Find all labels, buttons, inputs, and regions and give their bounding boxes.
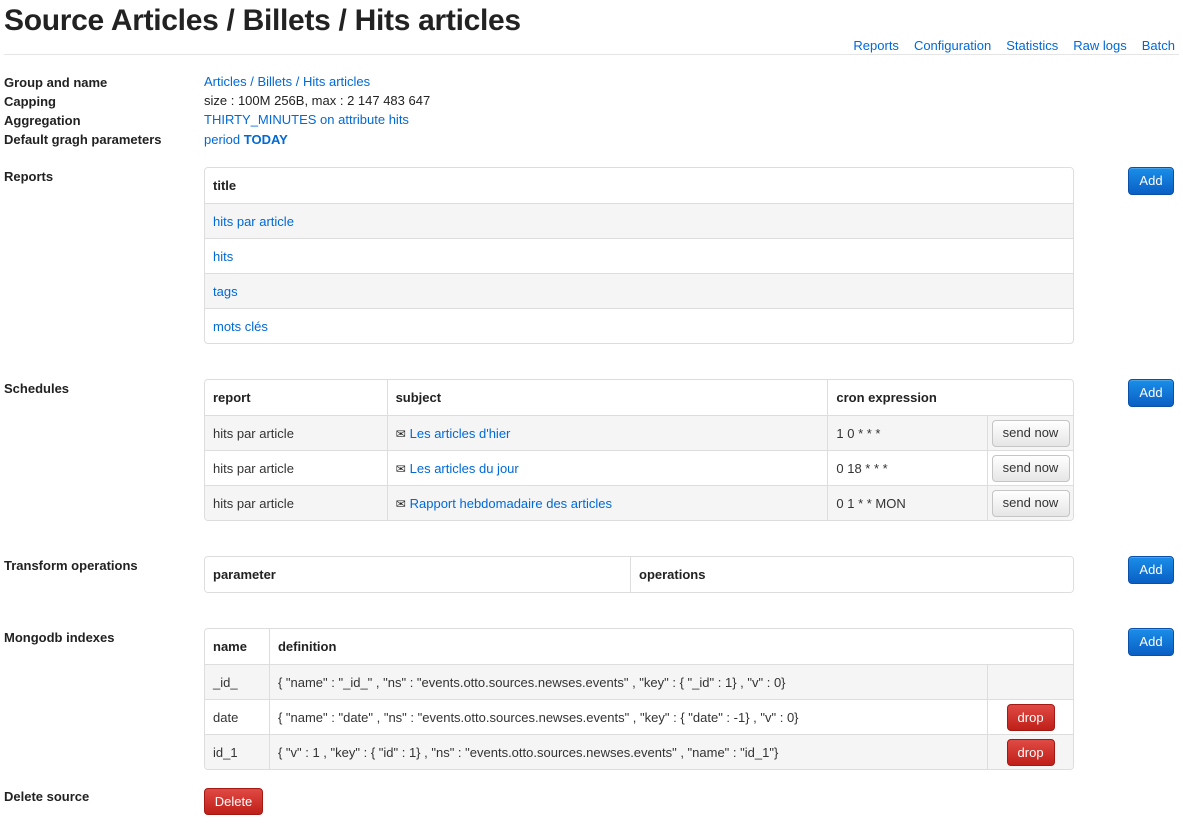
column-header-name: name — [205, 629, 269, 664]
page-title: Source Articles / Billets / Hits article… — [4, 4, 521, 37]
schedules-label: Schedules — [4, 381, 70, 396]
report-link[interactable]: mots clés — [213, 319, 268, 334]
schedule-report: hits par article — [205, 450, 387, 485]
column-header-operations: operations — [630, 557, 1073, 592]
aggregation-value-link[interactable]: THIRTY_MINUTES on attribute hits — [204, 112, 409, 127]
transforms-label: Transform operations — [4, 558, 138, 573]
table-row: hits — [205, 238, 1073, 273]
index-name: date — [205, 699, 269, 734]
table-row: hits par article — [205, 203, 1073, 238]
header-divider — [4, 54, 1179, 55]
column-header-cron: cron expression — [827, 380, 1073, 415]
delete-source-button[interactable]: Delete — [204, 788, 263, 815]
schedule-subject-link[interactable]: Les articles du jour — [410, 461, 519, 476]
add-index-button[interactable]: Add — [1128, 628, 1174, 656]
add-schedule-button[interactable]: Add — [1128, 379, 1174, 407]
nav-reports[interactable]: Reports — [853, 38, 899, 53]
column-header-definition: definition — [268, 629, 1073, 664]
column-header-report: report — [205, 380, 387, 415]
report-link[interactable]: hits — [213, 249, 233, 264]
capping-value: size : 100M 256B, max : 2 147 483 647 — [204, 93, 431, 108]
table-row: hits par article ✉ Les articles du jour 0… — [205, 450, 1073, 485]
aggregation-label: Aggregation — [4, 113, 81, 128]
delete-source-label: Delete source — [4, 789, 90, 804]
schedule-report: hits par article — [205, 485, 387, 520]
add-transform-button[interactable]: Add — [1128, 556, 1174, 584]
capping-label: Capping — [4, 94, 56, 109]
group-label: Group and name — [4, 75, 108, 90]
index-name: _id_ — [205, 664, 269, 699]
schedule-cron: 0 18 * * * — [827, 450, 987, 485]
report-link[interactable]: tags — [213, 284, 238, 299]
table-row: _id_ { "name" : "_id_" , "ns" : "events.… — [205, 664, 1073, 699]
table-row: date { "name" : "date" , "ns" : "events.… — [205, 699, 1073, 734]
nav-configuration[interactable]: Configuration — [914, 38, 991, 53]
send-now-button[interactable]: send now — [991, 419, 1070, 447]
table-row: mots clés — [205, 308, 1073, 343]
index-action-cell — [987, 664, 1073, 699]
nav-statistics[interactable]: Statistics — [1006, 38, 1058, 53]
table-row: hits par article ✉ Rapport hebdomadaire d… — [205, 485, 1073, 520]
column-header-title: title — [205, 168, 1073, 203]
envelope-icon: ✉ — [395, 426, 406, 441]
reports-table: title hits par article hits tags mots cl… — [204, 167, 1074, 344]
schedule-subject-link[interactable]: Rapport hebdomadaire des articles — [410, 496, 612, 511]
schedule-cron: 1 0 * * * — [827, 415, 987, 450]
report-link[interactable]: hits par article — [213, 214, 294, 229]
schedules-table: report subject cron expression hits par … — [204, 379, 1074, 521]
table-row: tags — [205, 273, 1073, 308]
schedule-subject-link[interactable]: Les articles d'hier — [410, 426, 511, 441]
index-definition: { "name" : "_id_" , "ns" : "events.otto.… — [268, 664, 988, 699]
graph-params-label: Default gragh parameters — [4, 132, 162, 147]
send-now-button[interactable]: send now — [991, 489, 1070, 517]
column-header-subject: subject — [386, 380, 828, 415]
drop-index-button[interactable]: drop — [1006, 738, 1055, 766]
schedule-report: hits par article — [205, 415, 387, 450]
reports-label: Reports — [4, 169, 54, 184]
graph-period-value: TODAY — [243, 132, 288, 147]
drop-index-button[interactable]: drop — [1006, 703, 1055, 731]
send-now-button[interactable]: send now — [991, 454, 1070, 482]
table-row: hits par article ✉ Les articles d'hier 1 … — [205, 415, 1073, 450]
index-name: id_1 — [205, 734, 269, 769]
top-nav: Reports Configuration Statistics Raw log… — [853, 38, 1175, 53]
graph-period-prefix: period — [204, 132, 241, 147]
index-definition: { "v" : 1 , "key" : { "id" : 1} , "ns" :… — [268, 734, 988, 769]
table-row: id_1 { "v" : 1 , "key" : { "id" : 1} , "… — [205, 734, 1073, 769]
column-header-parameter: parameter — [205, 557, 631, 592]
transforms-table: parameter operations — [204, 556, 1074, 593]
add-report-button[interactable]: Add — [1128, 167, 1174, 195]
schedule-cron: 0 1 * * MON — [827, 485, 987, 520]
envelope-icon: ✉ — [395, 496, 406, 511]
graph-params-link[interactable]: period TODAY — [204, 132, 288, 147]
index-definition: { "name" : "date" , "ns" : "events.otto.… — [268, 699, 988, 734]
envelope-icon: ✉ — [395, 461, 406, 476]
nav-batch[interactable]: Batch — [1142, 38, 1175, 53]
nav-raw-logs[interactable]: Raw logs — [1073, 38, 1126, 53]
indexes-label: Mongodb indexes — [4, 630, 115, 645]
group-value-link[interactable]: Articles / Billets / Hits articles — [204, 74, 370, 89]
indexes-table: name definition _id_ { "name" : "_id_" ,… — [204, 628, 1074, 770]
